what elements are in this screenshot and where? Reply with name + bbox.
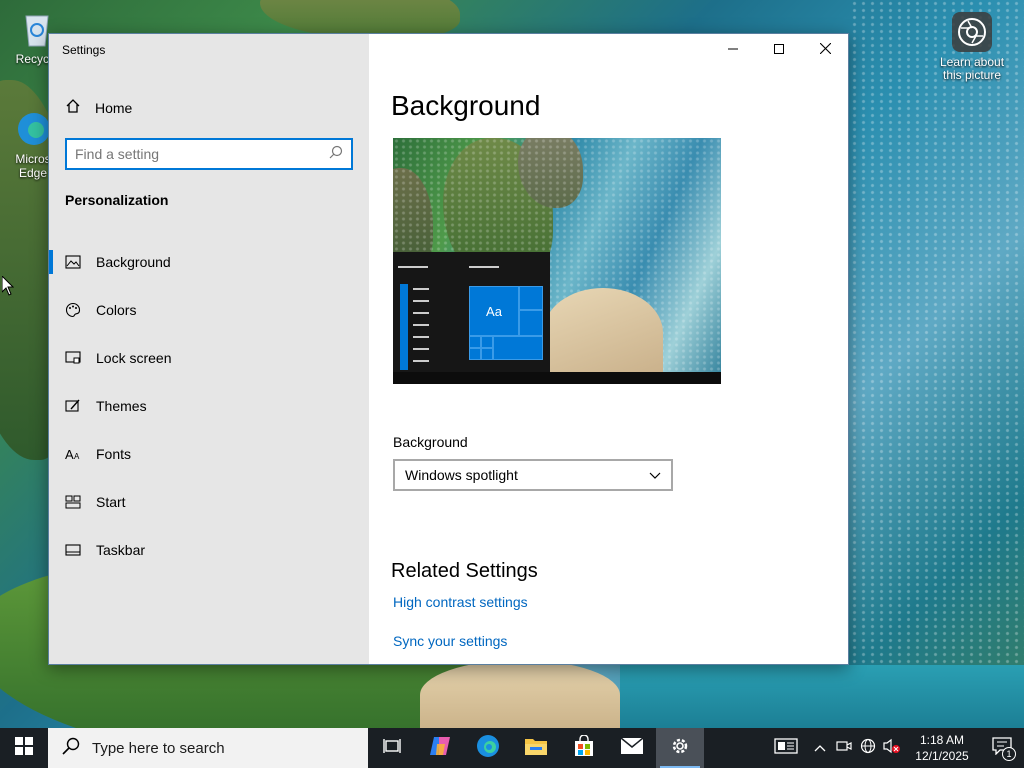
home-nav-item[interactable]: Home (65, 98, 132, 117)
chevron-up-icon (814, 739, 826, 757)
edge-icon (476, 734, 500, 763)
close-button[interactable] (802, 34, 848, 66)
settings-sidebar: Settings Home Personalization Background (49, 34, 369, 664)
close-icon (819, 41, 831, 59)
sidebar-item-colors[interactable]: Colors (49, 286, 369, 334)
search-icon (329, 145, 343, 164)
task-view-icon (383, 738, 401, 759)
palette-icon (65, 302, 81, 318)
taskbar-app-task-view[interactable] (368, 728, 416, 768)
sidebar-item-label: Themes (96, 398, 147, 414)
personalization-nav: Background Colors Lock screen Themes A A… (49, 238, 369, 574)
background-preview: Aa (393, 138, 721, 384)
background-field-label: Background (393, 434, 468, 450)
windows-logo-icon (15, 736, 33, 760)
notification-badge: 1 (1002, 747, 1016, 761)
file-explorer-icon (524, 736, 548, 761)
dropdown-value: Windows spotlight (405, 467, 518, 483)
news-icon (774, 737, 798, 759)
taskbar-icon (65, 542, 81, 558)
taskbar-app-copilot[interactable] (416, 728, 464, 768)
mouse-cursor-icon (1, 274, 15, 301)
taskbar-search[interactable] (48, 728, 368, 768)
mail-icon (620, 736, 644, 760)
camera-icon (836, 739, 852, 758)
maximize-icon (774, 41, 784, 59)
sidebar-item-fonts[interactable]: AA Fonts (49, 430, 369, 478)
sidebar-item-label: Start (96, 494, 126, 510)
preview-tile: Aa (469, 286, 519, 336)
taskbar-app-file-explorer[interactable] (512, 728, 560, 768)
window-title: Settings (62, 43, 106, 57)
sync-settings-link[interactable]: Sync your settings (393, 633, 507, 649)
meet-now-button[interactable] (832, 728, 856, 768)
sidebar-item-label: Fonts (96, 446, 132, 462)
search-icon (62, 737, 80, 759)
sidebar-item-label: Colors (96, 302, 137, 318)
globe-icon (860, 738, 876, 759)
settings-search-input[interactable] (75, 146, 329, 162)
network-button[interactable] (856, 728, 880, 768)
system-tray: 1:18 AM 12/1/2025 1 (764, 728, 1024, 768)
svg-text:A: A (74, 452, 80, 461)
start-icon (65, 494, 81, 510)
sidebar-item-label: Background (96, 254, 171, 270)
lock-screen-icon (65, 350, 81, 366)
settings-window: Settings Home Personalization Background (48, 33, 849, 665)
taskbar-search-input[interactable] (92, 739, 368, 757)
home-icon (65, 98, 81, 117)
desktop-icon-label: Micros Edge (15, 152, 51, 180)
start-button[interactable] (0, 728, 48, 768)
svg-text:A: A (65, 447, 74, 462)
taskbar-app-store[interactable] (560, 728, 608, 768)
settings-icon (669, 735, 691, 762)
notifications-button[interactable]: 1 (980, 728, 1024, 768)
taskbar-app-mail[interactable] (608, 728, 656, 768)
sidebar-item-background[interactable]: Background (49, 238, 369, 286)
spotlight-label: Learn about this picture (939, 55, 1005, 82)
copilot-icon (428, 735, 452, 762)
taskbar: 1:18 AM 12/1/2025 1 (0, 728, 1024, 768)
show-hidden-icons-button[interactable] (808, 728, 832, 768)
related-settings-heading: Related Settings (391, 560, 538, 582)
news-widget-button[interactable] (764, 728, 808, 768)
settings-content: Background Aa Background Windows spotlig… (369, 34, 848, 664)
clock-date: 12/1/2025 (915, 749, 969, 763)
sidebar-item-lock-screen[interactable]: Lock screen (49, 334, 369, 382)
themes-icon (65, 398, 81, 414)
minimize-button[interactable] (710, 34, 756, 66)
window-controls (710, 34, 848, 66)
spotlight-learn-button[interactable]: Learn about this picture (930, 12, 1014, 82)
page-title: Background (391, 90, 541, 121)
sidebar-item-label: Taskbar (96, 542, 146, 558)
settings-search[interactable] (65, 138, 353, 170)
taskbar-app-settings[interactable] (656, 728, 704, 768)
home-label: Home (95, 99, 133, 116)
high-contrast-link[interactable]: High contrast settings (393, 594, 528, 610)
fonts-icon: AA (65, 446, 81, 462)
volume-muted-icon (883, 738, 901, 759)
chevron-down-icon (649, 467, 661, 483)
maximize-button[interactable] (756, 34, 802, 66)
minimize-icon (728, 41, 738, 59)
taskbar-app-edge[interactable] (464, 728, 512, 768)
volume-button[interactable] (880, 728, 904, 768)
sidebar-item-taskbar[interactable]: Taskbar (49, 526, 369, 574)
camera-icon (952, 12, 992, 52)
picture-icon (65, 254, 81, 270)
store-icon (573, 733, 595, 762)
background-dropdown[interactable]: Windows spotlight (393, 459, 673, 491)
sidebar-item-themes[interactable]: Themes (49, 382, 369, 430)
sidebar-item-start[interactable]: Start (49, 478, 369, 526)
section-title: Personalization (65, 192, 169, 208)
clock-time: 1:18 AM (919, 733, 965, 747)
taskbar-clock[interactable]: 1:18 AM 12/1/2025 (904, 732, 980, 764)
sidebar-item-label: Lock screen (96, 350, 172, 366)
start-menu-preview: Aa (393, 252, 550, 372)
